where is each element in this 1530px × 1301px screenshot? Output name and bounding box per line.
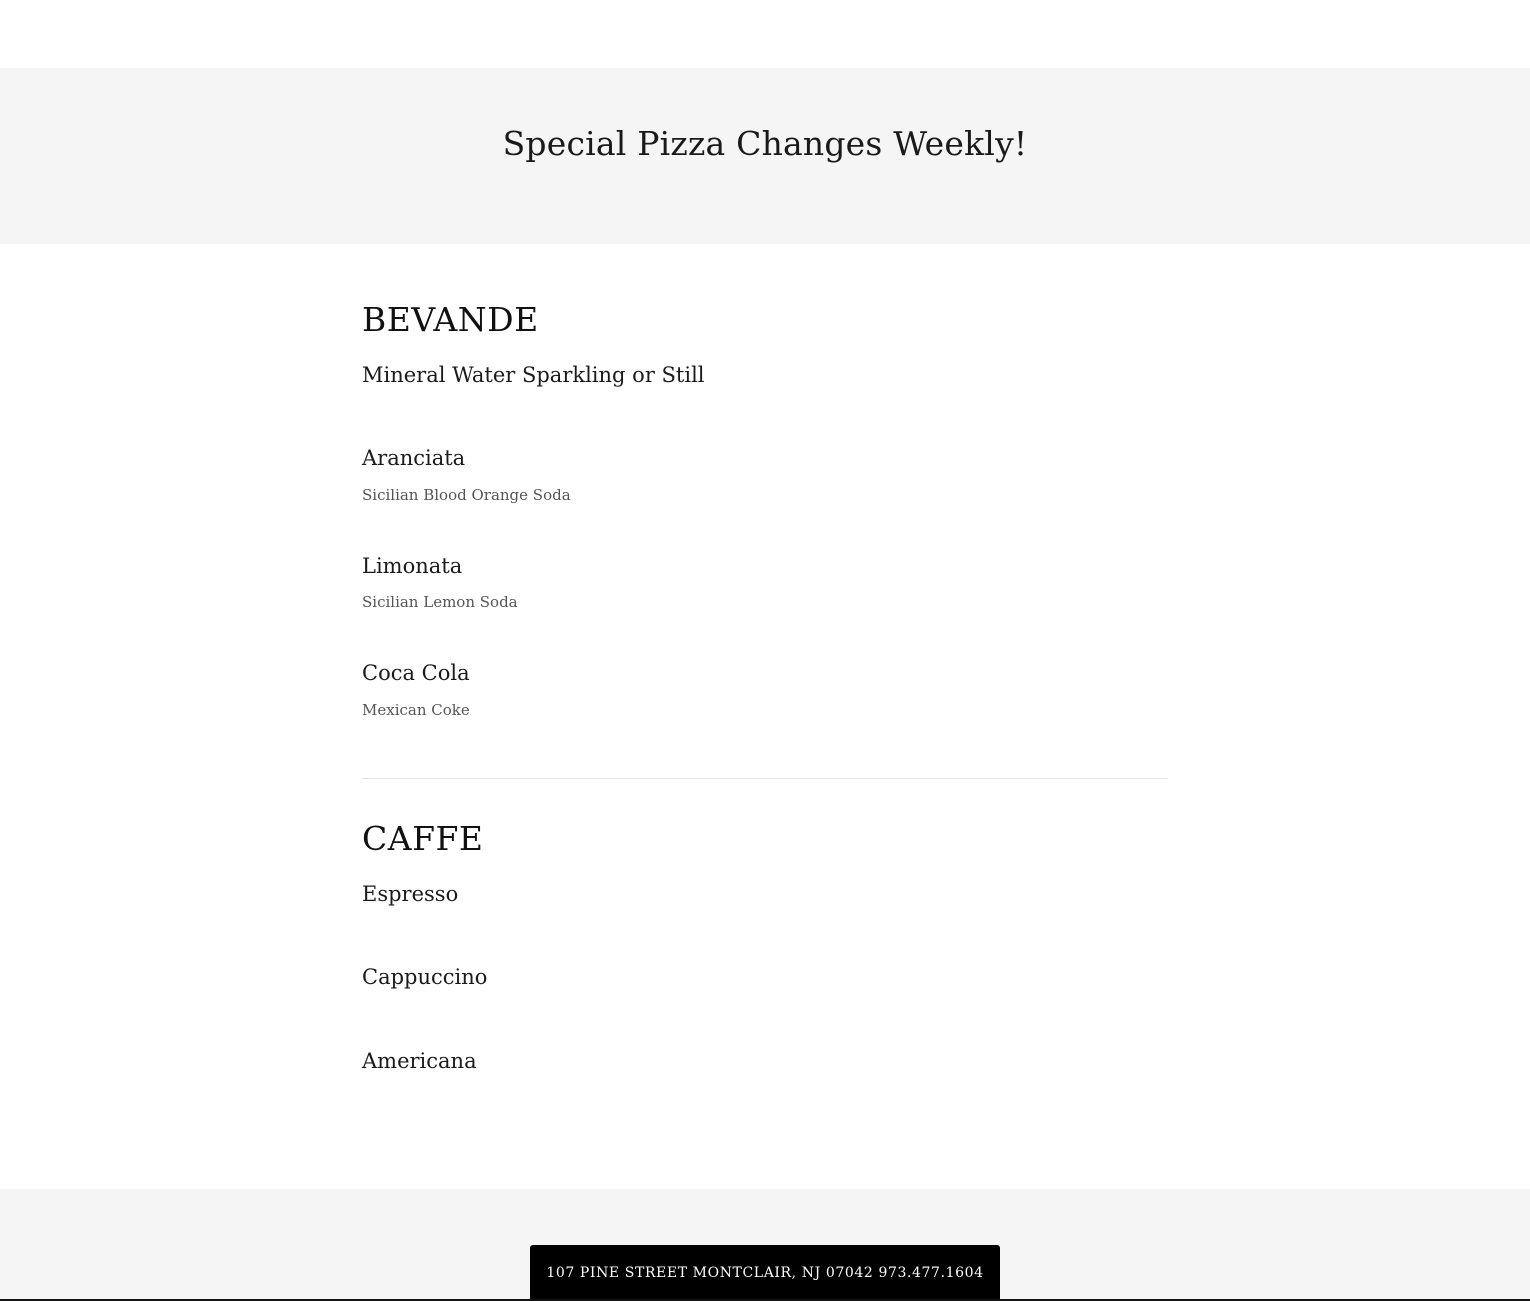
menu-item-name: Mineral Water Sparkling or Still [362,363,705,387]
menu-item-name: Americana [362,1049,477,1073]
address-text: 107 PINE STREET MONTCLAIR, NJ 07042 973.… [546,1265,984,1281]
top-header-space [0,0,1530,68]
section-title-bevande: BEVANDE [362,300,539,339]
footer: 107 PINE STREET MONTCLAIR, NJ 07042 973.… [0,1189,1530,1301]
section-title-caffe: CAFFE [362,819,484,858]
address-bar: 107 PINE STREET MONTCLAIR, NJ 07042 973.… [530,1245,1000,1301]
special-banner: Special Pizza Changes Weekly! [0,68,1530,244]
menu-item-description: Mexican Coke [362,701,470,719]
menu-item-name: Aranciata [362,446,466,470]
banner-title: Special Pizza Changes Weekly! [502,124,1028,163]
menu-item-name: Cappuccino [362,965,488,989]
menu-item-description: Sicilian Lemon Soda [362,593,518,611]
section-divider [362,778,1168,779]
menu-item-name: Coca Cola [362,661,470,685]
menu-item-name: Limonata [362,554,463,578]
menu-item-name: Espresso [362,882,459,906]
menu-content: BEVANDE Mineral Water Sparkling or Still… [362,244,1168,1189]
menu-item-description: Sicilian Blood Orange Soda [362,486,571,504]
